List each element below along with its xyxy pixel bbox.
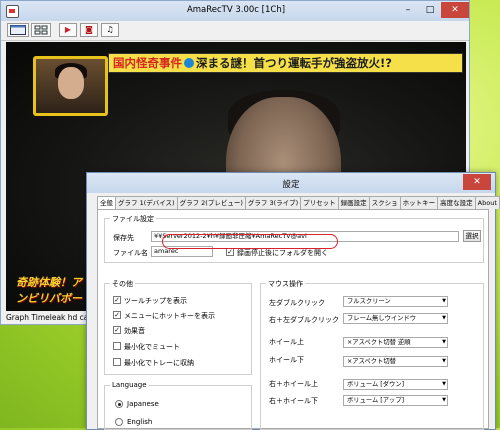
picture-in-picture — [33, 56, 108, 116]
screenshot-button[interactable]: ◙ — [80, 23, 98, 37]
chevron-down-icon: ▼ — [442, 339, 446, 345]
sound-effect-checkbox[interactable]: ✓ — [113, 326, 121, 334]
file-settings-group: ファイル設定 保存先 ¥¥Server2012-2¥h¥録画非圧縮¥AmaRec… — [104, 214, 484, 263]
right-wheel-down-value: ボリューム [アップ] — [347, 397, 405, 404]
left-dblclick-select[interactable]: フルスクリーン ▼ — [343, 296, 448, 307]
maximize-button[interactable]: □ — [421, 2, 439, 18]
chevron-down-icon: ▼ — [442, 315, 446, 321]
japanese-label: Japanese — [127, 400, 159, 408]
tab-hotkeys[interactable]: ホットキー — [399, 196, 439, 209]
save-to-label: 保存先 — [113, 234, 134, 242]
device-icon — [34, 25, 48, 35]
right-left-dblclick-label: 右＋左ダブルクリック — [269, 316, 339, 324]
sound-effect-label: 効果音 — [124, 327, 145, 335]
music-note-icon: ♫ — [106, 25, 114, 34]
tab-advanced[interactable]: 高度な設定 — [437, 196, 476, 209]
tray-minimize-checkbox[interactable] — [113, 358, 121, 366]
wheel-down-label: ホイール下 — [269, 356, 304, 364]
right-wheel-up-label: 右＋ホイール上 — [269, 380, 318, 388]
right-wheel-up-value: ボリューム [ダウン] — [347, 381, 405, 388]
mouse-operation-label: マウス操作 — [266, 279, 305, 289]
title-bar[interactable]: AmaRecTV 3.00c [1Ch] – □ ✕ — [1, 1, 469, 21]
english-radio[interactable] — [115, 418, 123, 426]
general-tab-page: ファイル設定 保存先 ¥¥Server2012-2¥h¥録画非圧縮¥AmaRec… — [97, 209, 489, 430]
red-highlight-annotation — [162, 234, 338, 249]
right-wheel-down-label: 右＋ホイール下 — [269, 397, 318, 405]
dialog-title-bar[interactable]: 設定 ✕ — [87, 173, 495, 193]
mute-minimize-checkbox[interactable] — [113, 342, 121, 350]
menu-hotkey-label: メニューにホットキーを表示 — [124, 312, 215, 320]
english-label: English — [127, 418, 153, 426]
other-group-label: その他 — [110, 279, 135, 289]
language-group-label: Language — [110, 381, 149, 389]
bullet-icon — [184, 58, 194, 68]
right-wheel-up-select[interactable]: ボリューム [ダウン] ▼ — [343, 379, 448, 390]
chevron-down-icon: ▼ — [442, 358, 446, 364]
window-icon — [10, 25, 26, 35]
open-folder-label: 録画停止後にフォルダを開く — [237, 249, 328, 257]
tab-about[interactable]: About — [474, 196, 500, 209]
wheel-down-select[interactable]: ×アスペクト切替 ▼ — [343, 356, 448, 367]
caption-part1: 国内怪奇事件 — [113, 56, 182, 70]
settings-tabs: 全般 グラフ 1(デバイス) グラフ 2(プレビュー) グラフ 3(ライブ) プリセット… — [97, 196, 500, 210]
camera-icon: ◙ — [85, 25, 93, 34]
tab-general[interactable]: 全般 — [97, 196, 116, 210]
chevron-down-icon: ▼ — [442, 298, 446, 304]
caption-part2: 深まる謎！首つり運転手が強盗放火!? — [196, 56, 392, 70]
open-folder-checkbox[interactable]: ✓ — [226, 248, 234, 256]
toolbar: ▶ ◙ ♫ — [1, 21, 469, 41]
device-select-button[interactable] — [31, 23, 51, 37]
mute-minimize-label: 最小化でミュート — [124, 343, 180, 351]
mouse-operation-group: マウス操作 左ダブルクリック フルスクリーン ▼ 右＋左ダブルクリック フレーム無… — [260, 279, 484, 430]
tab-graph3-live[interactable]: グラフ 3(ライブ) — [244, 196, 302, 209]
tray-minimize-label: 最小化でトレーに収納 — [124, 359, 194, 367]
dialog-title: 設定 — [282, 180, 300, 190]
chevron-down-icon: ▼ — [442, 381, 446, 387]
tv-show-logo: 奇跡体験！アンビリバボー — [16, 276, 82, 305]
tab-recording[interactable]: 録画設定 — [337, 196, 370, 209]
tab-graph2-preview[interactable]: グラフ 2(プレビュー) — [176, 196, 246, 209]
tab-presets[interactable]: プリセット — [300, 196, 339, 209]
tooltip-label: ツールチップを表示 — [124, 297, 187, 305]
dialog-close-button[interactable]: ✕ — [463, 174, 491, 190]
minimize-button[interactable]: – — [399, 2, 417, 18]
left-dblclick-label: 左ダブルクリック — [269, 299, 325, 307]
wheel-down-value: ×アスペクト切替 — [347, 358, 396, 365]
wheel-up-label: ホイール上 — [269, 338, 304, 346]
filename-label: ファイル名 — [113, 249, 148, 257]
close-button[interactable]: ✕ — [441, 2, 469, 18]
japanese-radio[interactable] — [115, 400, 123, 408]
browse-button[interactable]: 選択 — [463, 230, 481, 242]
caption-headline: 国内怪奇事件 深まる謎！首つり運転手が強盗放火!? — [108, 53, 463, 73]
settings-dialog: 設定 ✕ 全般 グラフ 1(デバイス) グラフ 2(プレビュー) グラフ 3(ライブ)… — [86, 172, 500, 430]
wheel-up-value: ×アスペクト切替 逆順 — [347, 339, 411, 346]
chevron-down-icon: ▼ — [442, 397, 446, 403]
right-left-dblclick-value: フレーム無しウインドウ — [347, 315, 417, 322]
tab-graph1-device[interactable]: グラフ 1(デバイス) — [115, 196, 178, 209]
record-button[interactable]: ▶ — [59, 23, 77, 37]
tooltip-checkbox[interactable]: ✓ — [113, 296, 121, 304]
left-dblclick-value: フルスクリーン — [347, 298, 391, 305]
preview-window-button[interactable] — [7, 23, 29, 37]
other-group: その他 ✓ ツールチップを表示 ✓ メニューにホットキーを表示 ✓ 効果音 最小… — [104, 279, 252, 375]
wheel-up-select[interactable]: ×アスペクト切替 逆順 ▼ — [343, 337, 448, 348]
play-icon: ▶ — [64, 25, 72, 34]
file-settings-label: ファイル設定 — [110, 214, 156, 224]
audio-button[interactable]: ♫ — [101, 23, 119, 37]
right-wheel-down-select[interactable]: ボリューム [アップ] ▼ — [343, 395, 448, 406]
menu-hotkey-checkbox[interactable]: ✓ — [113, 311, 121, 319]
language-group: Language Japanese English — [104, 381, 252, 430]
tab-screenshot[interactable]: スクショ — [368, 196, 401, 209]
right-left-dblclick-select[interactable]: フレーム無しウインドウ ▼ — [343, 313, 448, 324]
